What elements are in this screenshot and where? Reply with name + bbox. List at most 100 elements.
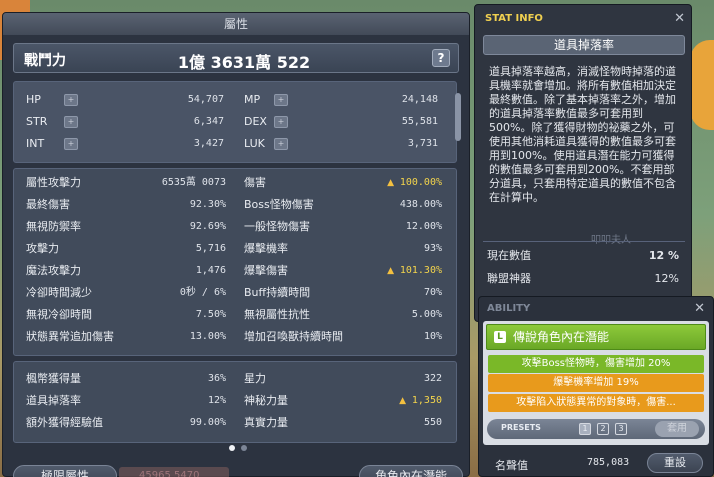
presets-bar: PRESETS 1 2 3 套用 — [487, 419, 705, 439]
stat-value: 10% — [423, 331, 442, 342]
stat-value: 99.00% — [189, 417, 226, 428]
stat-row: 一般怪物傷害 12.00% — [244, 217, 442, 237]
ability-line: 攻擊Boss怪物時，傷害增加 20% — [488, 355, 704, 373]
stat-value: 3,427 — [193, 138, 224, 149]
stat-value: 13.00% — [189, 331, 226, 342]
stat-value: 70% — [423, 287, 442, 298]
background-character — [690, 40, 714, 130]
close-icon[interactable]: ✕ — [694, 301, 705, 316]
stat-row: 爆擊傷害 ▲ 101.30% — [244, 261, 442, 281]
help-button[interactable]: ? — [432, 49, 450, 67]
ability-line: 爆擊機率增加 19% — [488, 374, 704, 392]
stat-row: 無視防禦率 92.69% — [26, 217, 226, 237]
stat-label: 增加召喚獸持續時間 — [244, 330, 343, 343]
fame-label: 名聲值 — [495, 459, 528, 472]
stat-value: 0秒 / 6% — [179, 287, 226, 298]
stat-up-button[interactable]: + — [64, 94, 78, 106]
combat-power-bar: 戰鬥力 1億 3631萬 522 ? — [13, 43, 459, 73]
stat-value: 5,716 — [195, 243, 226, 254]
legendary-grade-icon: L — [494, 331, 506, 343]
hyper-stat-button[interactable]: 極限屬性 — [13, 465, 117, 477]
stat-info-description: 道具掉落率越高，消滅怪物時掉落的道具機率就會增加。將所有數值相加決定最終數值。除… — [489, 65, 676, 204]
stat-up-button[interactable]: + — [64, 138, 78, 150]
presets-label: PRESETS — [501, 423, 541, 432]
page-dot[interactable] — [241, 445, 247, 451]
stat-row: 星力 322 — [244, 369, 442, 389]
basic-stats-panel: HP + 54,707 MP + 24,148 STR + 6,347 DEX … — [13, 81, 457, 163]
close-icon[interactable]: ✕ — [674, 11, 685, 26]
stat-value: 1,350 — [411, 395, 442, 406]
stat-label: Buff持續時間 — [244, 286, 311, 299]
stat-label: 星力 — [244, 372, 266, 385]
increase-arrow-icon: ▲ — [399, 396, 406, 406]
stat-row: 無視屬性抗性 5.00% — [244, 305, 442, 325]
stat-label: MP — [244, 93, 261, 106]
stat-value: 12% — [207, 395, 226, 406]
stat-up-button[interactable]: + — [64, 116, 78, 128]
stat-row: Boss怪物傷害 438.00% — [244, 195, 442, 215]
stat-label: HP — [26, 93, 41, 106]
stat-value: 322 — [423, 373, 442, 384]
stat-label: LUK — [244, 137, 265, 150]
stat-label: Boss怪物傷害 — [244, 198, 314, 211]
stat-up-button[interactable]: + — [274, 94, 288, 106]
ability-grade-label: 傳說角色內在潛能 — [513, 330, 610, 344]
stat-label: 無視防禦率 — [26, 220, 81, 233]
current-value-row: 現在數值 12 % — [487, 247, 679, 265]
stat-label: 一般怪物傷害 — [244, 220, 310, 233]
stat-value: 438.00% — [399, 199, 442, 210]
stat-label: 真實力量 — [244, 416, 288, 429]
stat-row: 神秘力量 ▲ 1,350 — [244, 391, 442, 411]
stat-value: 5.00% — [411, 309, 442, 320]
scrollbar-thumb[interactable] — [455, 93, 461, 141]
increase-arrow-icon: ▲ — [387, 266, 394, 276]
page-dot-active[interactable] — [229, 445, 235, 451]
stat-row: 爆擊機率 93% — [244, 239, 442, 259]
stat-value: 101.30% — [399, 265, 442, 276]
stat-label: STR — [26, 115, 48, 128]
stat-row: 楓幣獲得量 36% — [26, 369, 226, 389]
stat-row: 魔法攻擊力 1,476 — [26, 261, 226, 281]
stat-row: 最終傷害 92.30% — [26, 195, 226, 215]
stat-row: 冷卻時間減少 0秒 / 6% — [26, 283, 226, 303]
stat-label: 狀態異常追加傷害 — [26, 330, 114, 343]
increase-arrow-icon: ▲ — [387, 178, 394, 188]
stat-label: 無視冷卻時間 — [26, 308, 92, 321]
current-value: 12 % — [648, 249, 679, 262]
stat-info-window: STAT INFO ✕ 道具掉落率 道具掉落率越高，消滅怪物時掉落的道具機率就會… — [474, 4, 692, 322]
preset-2-button[interactable]: 2 — [597, 423, 609, 435]
stat-up-button[interactable]: + — [274, 116, 288, 128]
stat-row: 道具掉落率 12% — [26, 391, 226, 411]
extra-stats-panel: 楓幣獲得量 36% 星力 322 道具掉落率 12% 神秘力量 ▲ 1,350 額外獲得經驗值 99… — [13, 361, 457, 443]
stat-label: 道具掉落率 — [26, 394, 81, 407]
stat-row: 傷害 ▲ 100.00% — [244, 173, 442, 193]
stat-row: Buff持續時間 70% — [244, 283, 442, 303]
stat-info-title: STAT INFO — [485, 13, 543, 24]
stat-label: 傷害 — [244, 176, 266, 189]
stat-value: 24,148 — [401, 94, 438, 105]
apply-preset-button[interactable]: 套用 — [655, 421, 699, 437]
stat-row: 額外獲得經驗值 99.00% — [26, 413, 226, 433]
stat-scrollbar[interactable] — [454, 93, 463, 443]
hyper-stat-faded-text: 45965 5470 — [119, 467, 229, 477]
stat-label: INT — [26, 137, 45, 150]
ability-title: ABILITY — [487, 303, 531, 314]
stat-label: 屬性攻擊力 — [26, 176, 81, 189]
stat-value: 3,731 — [407, 138, 438, 149]
stat-window-title[interactable]: 屬性 — [3, 13, 469, 35]
stat-label: 楓幣獲得量 — [26, 372, 81, 385]
reset-button[interactable]: 重設 — [647, 453, 703, 473]
stat-window: 屬性 戰鬥力 1億 3631萬 522 ? HP + 54,707 MP + 2… — [2, 12, 470, 477]
preset-1-button[interactable]: 1 — [579, 423, 591, 435]
preset-3-button[interactable]: 3 — [615, 423, 627, 435]
stat-value: 100.00% — [399, 177, 442, 188]
stat-up-button[interactable]: + — [274, 138, 288, 150]
current-value-label: 現在數值 — [487, 249, 531, 262]
stat-value: 92.30% — [189, 199, 226, 210]
stat-label: 冷卻時間減少 — [26, 286, 92, 299]
inner-ability-button[interactable]: 角色內在潛能 — [359, 465, 463, 477]
ability-line: 攻擊陷入狀態異常的對象時，傷害... — [488, 394, 704, 412]
stat-label: 額外獲得經驗值 — [26, 416, 103, 429]
combat-power-value: 1億 3631萬 522 — [177, 53, 311, 72]
stat-row-dex: DEX + 55,581 — [244, 112, 438, 132]
